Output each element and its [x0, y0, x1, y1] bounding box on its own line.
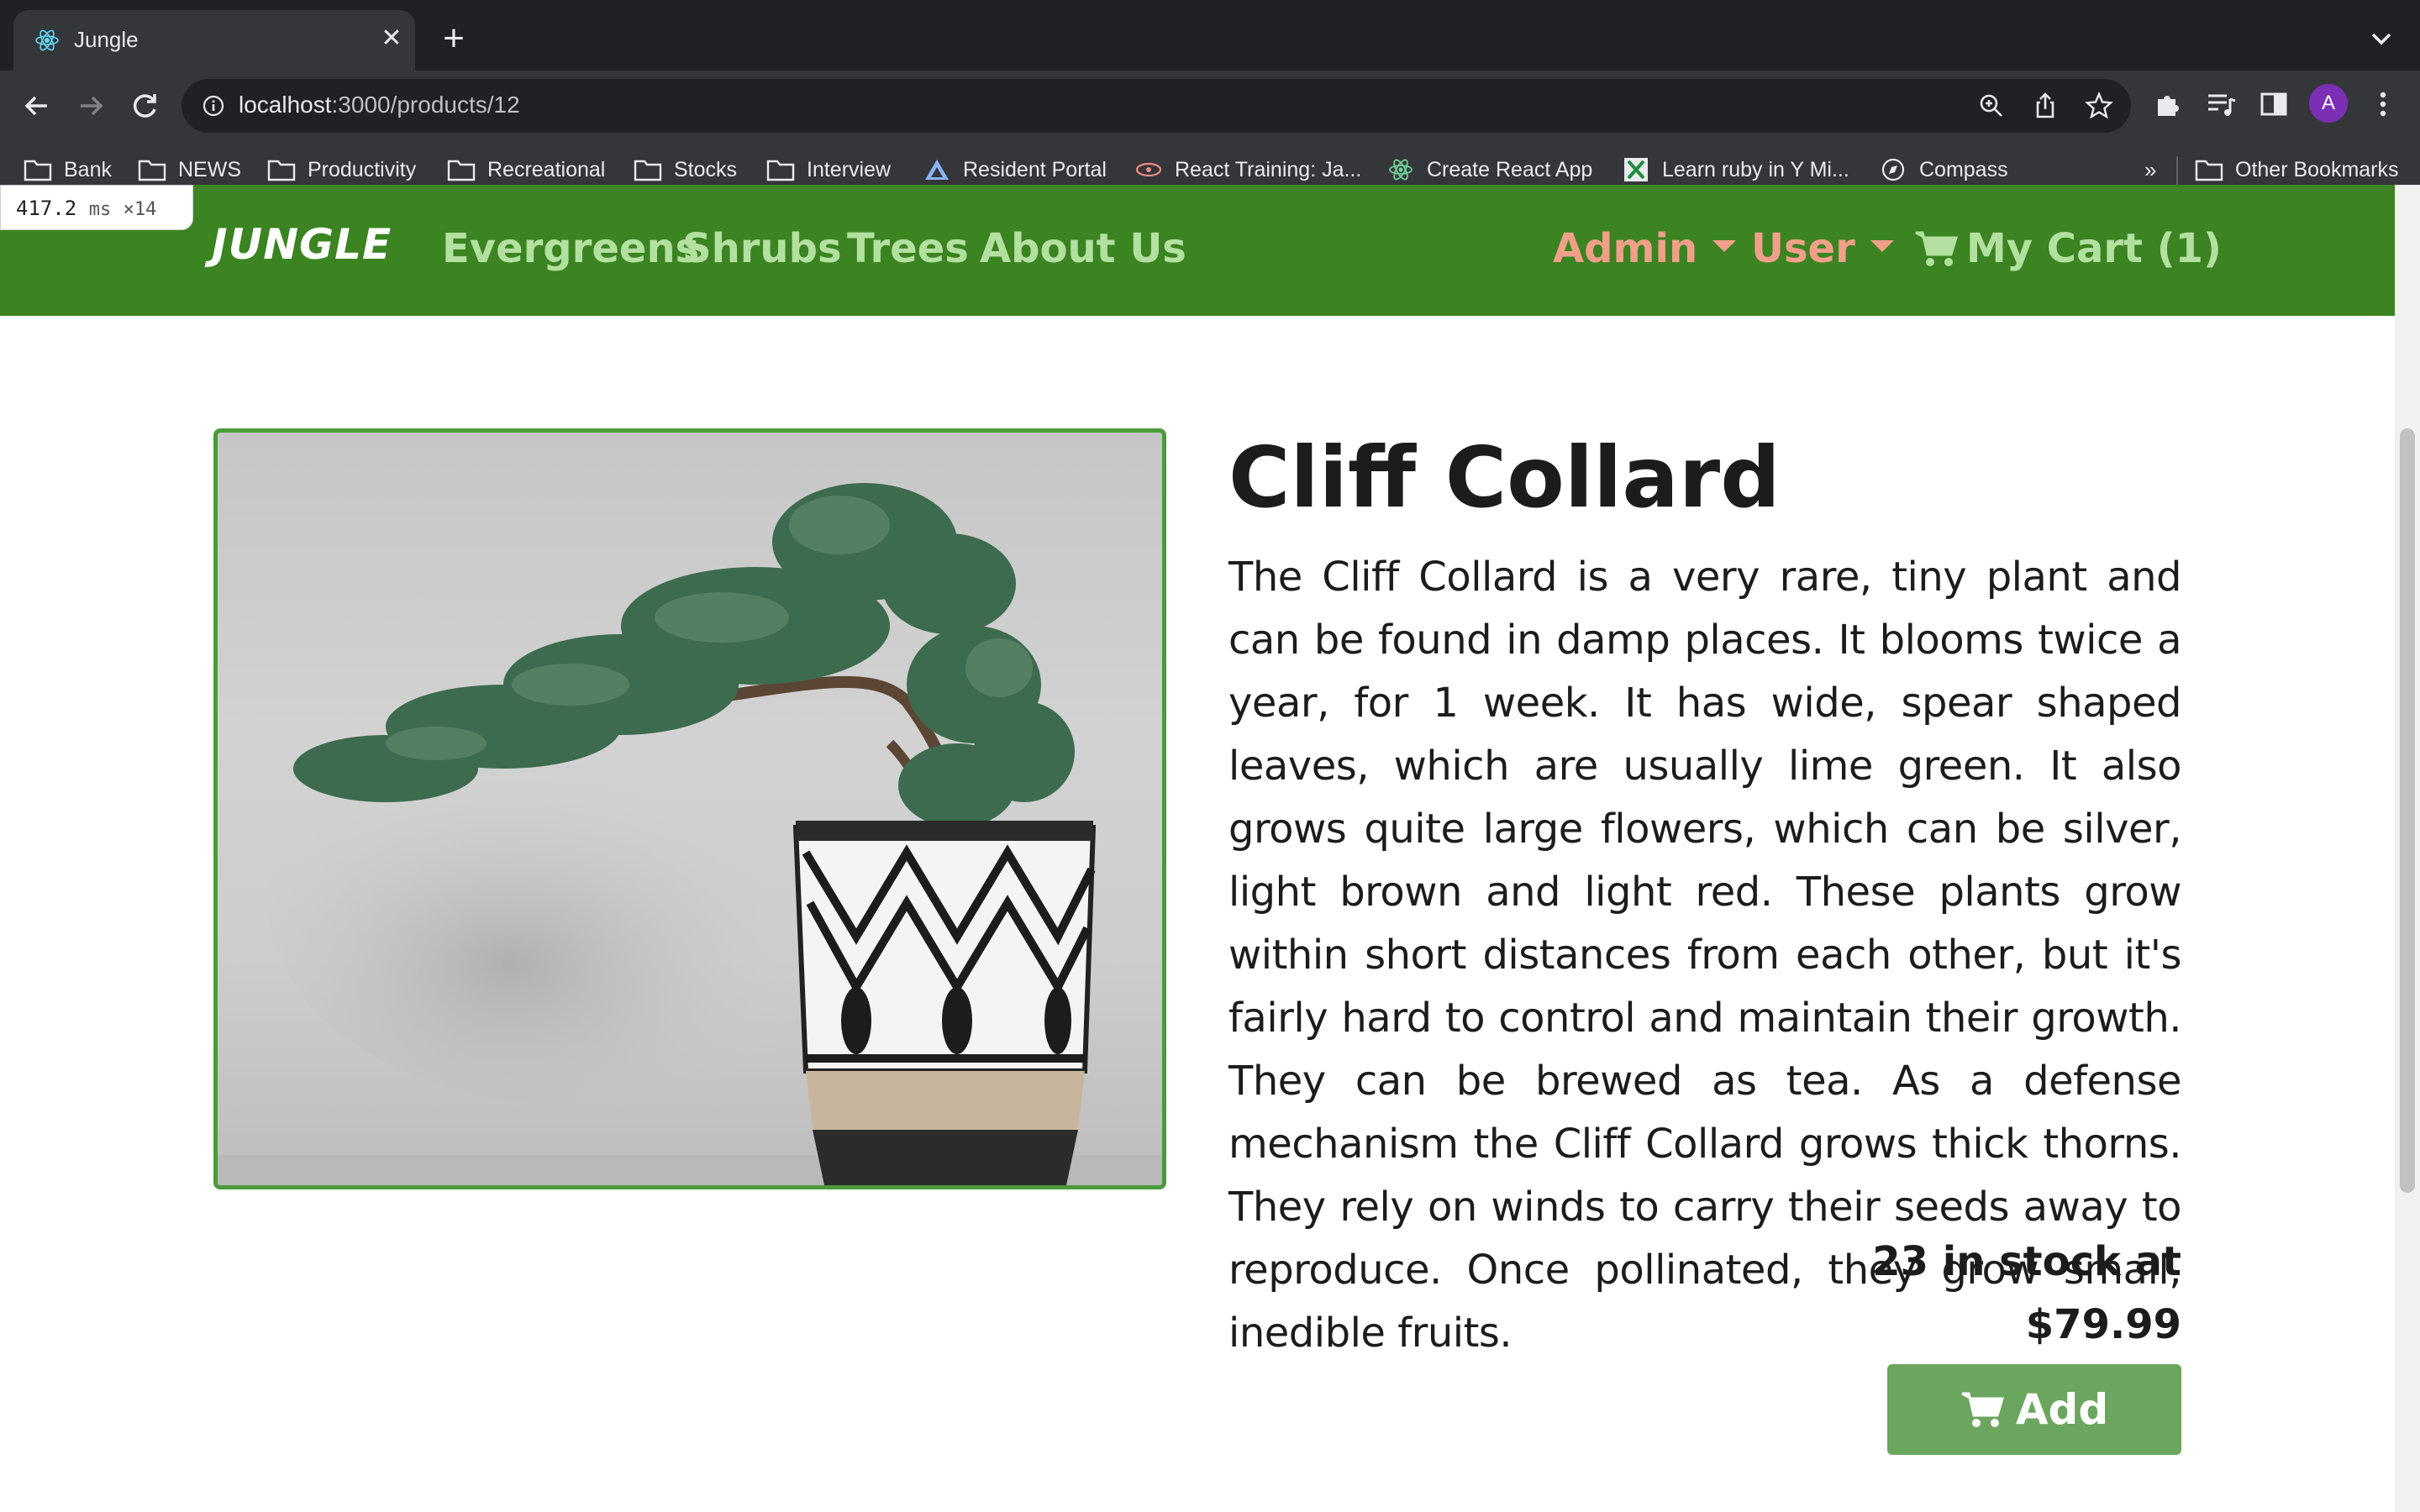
- react-icon: [35, 29, 59, 51]
- site-navbar: JUNGLE Evergreens Shrubs Trees About Us …: [0, 185, 2395, 316]
- reload-icon[interactable]: [121, 82, 168, 129]
- bookmarks-divider: [2176, 156, 2178, 185]
- site-icon: [925, 160, 949, 180]
- browser-toolbar: localhost:3000/products/12 A Bank NEWS P…: [0, 71, 2420, 202]
- profile-avatar[interactable]: A: [2309, 84, 2348, 123]
- folder-icon: [138, 160, 166, 181]
- page-scrollbar[interactable]: [2395, 185, 2420, 1512]
- bookmark-label: Stocks: [674, 157, 738, 181]
- nav-about-us[interactable]: About Us: [980, 225, 1186, 272]
- render-timer-badge: 417.2 ms ×14: [0, 185, 193, 230]
- stock-text: 23 in stock at: [1872, 1238, 2181, 1285]
- share-icon[interactable]: [2030, 91, 2060, 121]
- admin-dropdown[interactable]: Admin: [1553, 225, 1737, 272]
- price-text: $79.99: [2025, 1301, 2181, 1348]
- timer-value: 417.2: [16, 197, 77, 220]
- my-cart-link[interactable]: My Cart (1): [1914, 225, 2222, 272]
- folder-icon: [766, 160, 795, 181]
- menu-icon[interactable]: [2365, 86, 2402, 123]
- info-icon[interactable]: [202, 94, 225, 118]
- cart-icon: [1961, 1392, 2004, 1427]
- address-bar[interactable]: localhost:3000/products/12: [182, 79, 2131, 133]
- timer-unit: ms: [88, 199, 112, 220]
- react-icon: [1389, 159, 1413, 181]
- bookmark-label: Resident Portal: [963, 157, 1107, 181]
- chevron-down-icon[interactable]: [2365, 22, 2398, 55]
- brand-logo[interactable]: JUNGLE: [212, 220, 392, 269]
- add-label: Add: [2015, 1385, 2109, 1434]
- caret-down-icon: [1712, 240, 1737, 252]
- cart-label: My Cart (1): [1966, 225, 2222, 272]
- nav-shrubs[interactable]: Shrubs: [682, 225, 842, 272]
- bookmark-label: Productivity: [308, 157, 417, 181]
- forward-icon[interactable]: [67, 82, 114, 129]
- bookmark-label: Compass: [1919, 157, 2008, 181]
- compass-icon: [1881, 158, 1905, 181]
- timer-count: ×14: [123, 199, 157, 220]
- product-image: [213, 428, 1166, 1189]
- bookmark-label: React Training: Ja...: [1175, 157, 1362, 181]
- bonsai-plant-image: [218, 483, 1162, 1185]
- admin-label: Admin: [1553, 225, 1698, 272]
- nav-trees[interactable]: Trees: [847, 225, 969, 272]
- cart-icon: [1915, 231, 1958, 266]
- product-title: Cliff Collard: [1228, 428, 1781, 527]
- bookmark-label: Recreational: [487, 157, 606, 181]
- nav-evergreens[interactable]: Evergreens: [442, 225, 699, 272]
- folder-icon: [267, 160, 296, 181]
- caret-down-icon: [1870, 240, 1894, 252]
- scrollbar-thumb[interactable]: [2400, 428, 2415, 1193]
- star-icon[interactable]: [2084, 91, 2114, 121]
- bookmark-label: Other Bookmarks: [2235, 157, 2399, 181]
- folder-icon: [634, 160, 662, 181]
- page-viewport: JUNGLE Evergreens Shrubs Trees About Us …: [0, 185, 2395, 1512]
- url-text[interactable]: localhost:3000/products/12: [239, 92, 520, 118]
- folder-icon: [2195, 160, 2223, 181]
- bookmark-label: Learn ruby in Y Mi...: [1662, 157, 1849, 181]
- close-tab-icon[interactable]: ✕: [376, 24, 407, 54]
- bookmark-label: Interview: [807, 157, 892, 181]
- tab-title: Jungle: [74, 27, 139, 52]
- side-panel-icon[interactable]: [2255, 86, 2292, 123]
- site-icon: [1624, 158, 1648, 181]
- add-to-cart-button[interactable]: Add: [1887, 1364, 2181, 1455]
- site-icon: [1135, 162, 1162, 177]
- bookmark-label: Bank: [64, 157, 112, 181]
- zoom-icon[interactable]: [1976, 91, 2007, 121]
- folder-icon: [24, 160, 52, 181]
- bookmark-label: Create React App: [1427, 157, 1593, 181]
- extensions-icon[interactable]: [2149, 86, 2186, 123]
- back-icon[interactable]: [13, 82, 60, 129]
- browser-tab[interactable]: Jungle ✕: [13, 10, 415, 71]
- new-tab-icon[interactable]: +: [437, 20, 471, 57]
- bookmark-label: NEWS: [178, 157, 241, 181]
- user-dropdown[interactable]: User: [1751, 225, 1894, 272]
- media-queue-icon[interactable]: [2202, 86, 2238, 123]
- folder-icon: [447, 160, 476, 181]
- user-label: User: [1751, 225, 1855, 272]
- tab-strip: Jungle ✕ +: [0, 0, 2420, 71]
